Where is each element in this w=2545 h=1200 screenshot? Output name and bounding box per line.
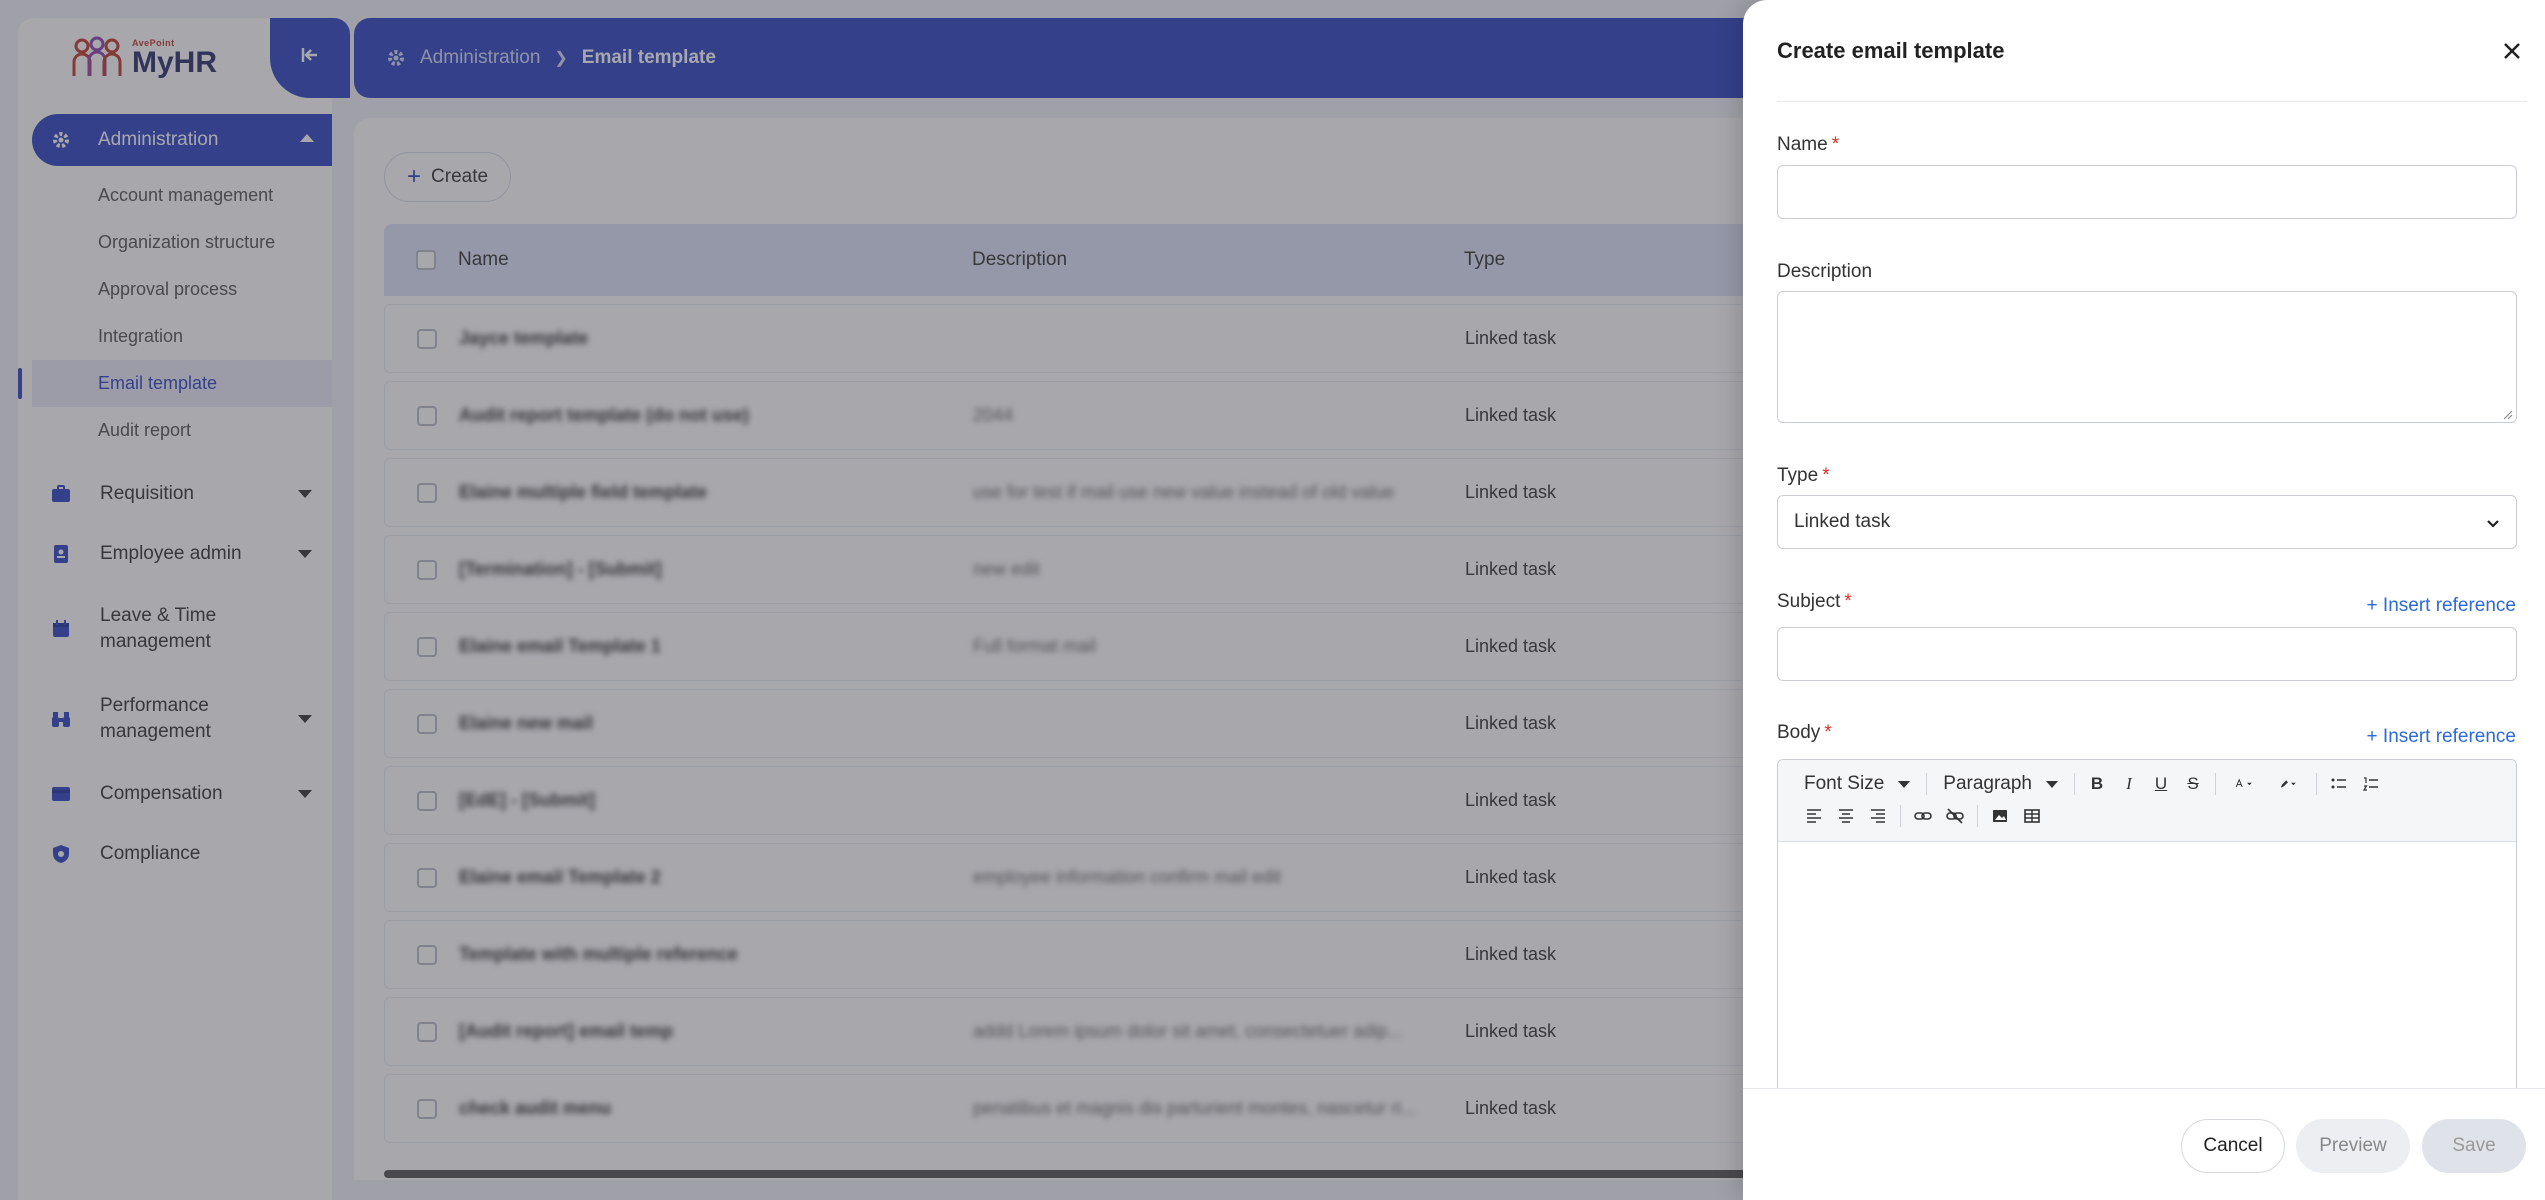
required-mark: * — [1831, 134, 1840, 155]
create-email-template-panel: Create email template Name * Description … — [1743, 0, 2545, 1200]
subject-field[interactable] — [1777, 627, 2517, 681]
align-left-icon[interactable] — [1798, 802, 1830, 830]
save-button[interactable]: Save — [2422, 1119, 2526, 1173]
font-size-dropdown[interactable]: Font Size — [1778, 773, 1920, 795]
align-right-icon[interactable] — [1862, 802, 1894, 830]
description-label-text: Description — [1777, 261, 1873, 282]
panel-title: Create email template — [1777, 37, 2005, 63]
paragraph-dropdown[interactable]: Paragraph — [1933, 773, 2068, 795]
highlight-color-icon[interactable] — [2266, 770, 2310, 798]
subject-label: Subject * — [1777, 591, 1852, 613]
insert-link-icon[interactable] — [1907, 802, 1939, 830]
type-select-value: Linked task — [1794, 511, 1891, 532]
toolbar-divider — [1926, 773, 1928, 795]
bold-icon[interactable]: B — [2081, 770, 2113, 798]
type-label-text: Type — [1777, 465, 1819, 486]
toolbar-divider — [2316, 773, 2317, 795]
required-mark: * — [1822, 465, 1830, 486]
editor-content-area[interactable] — [1778, 842, 2516, 1088]
toolbar-divider — [2215, 773, 2216, 795]
caret-down-icon — [1898, 780, 1911, 788]
close-icon[interactable] — [2497, 36, 2527, 66]
name-label: Name * — [1777, 134, 1839, 156]
text-color-icon[interactable] — [2222, 770, 2266, 798]
font-size-label: Font Size — [1804, 773, 1885, 794]
description-field[interactable] — [1777, 291, 2517, 423]
caret-down-icon — [2046, 780, 2058, 788]
type-select[interactable]: Linked task — [1777, 495, 2517, 549]
toolbar-divider — [1977, 805, 1978, 827]
bulleted-list-icon[interactable] — [2323, 770, 2355, 798]
subject-insert-reference-link[interactable]: + Insert reference — [2367, 595, 2516, 617]
name-label-text: Name — [1777, 134, 1828, 155]
underline-icon[interactable]: U — [2145, 770, 2177, 798]
required-mark: * — [1824, 722, 1832, 743]
toolbar-divider — [2074, 773, 2075, 795]
body-insert-reference-link[interactable]: + Insert reference — [2367, 726, 2516, 748]
resize-grip-icon[interactable] — [2501, 407, 2513, 420]
align-center-icon[interactable] — [1830, 802, 1862, 830]
insert-table-icon[interactable] — [2016, 802, 2048, 830]
type-label: Type * — [1777, 465, 1830, 487]
insert-image-icon[interactable] — [1984, 802, 2016, 830]
preview-button[interactable]: Preview — [2296, 1119, 2410, 1173]
numbered-list-icon[interactable] — [2355, 770, 2387, 798]
editor-toolbar: Font Size Paragraph B I U S — [1778, 760, 2516, 842]
panel-footer: Cancel Preview Save — [1743, 1088, 2545, 1200]
paragraph-label: Paragraph — [1943, 773, 2032, 794]
body-label: Body * — [1777, 722, 1832, 744]
toolbar-divider — [1900, 805, 1901, 827]
name-field[interactable] — [1777, 165, 2517, 219]
cancel-button[interactable]: Cancel — [2181, 1119, 2285, 1173]
remove-link-icon[interactable] — [1939, 802, 1971, 830]
subject-label-text: Subject — [1777, 591, 1841, 612]
chevron-down-icon — [2484, 514, 2502, 532]
panel-header: Create email template — [1777, 0, 2527, 102]
description-label: Description — [1777, 261, 1872, 283]
strikethrough-icon[interactable]: S — [2177, 770, 2209, 798]
required-mark: * — [1844, 591, 1852, 612]
italic-icon[interactable]: I — [2113, 770, 2145, 798]
body-rich-text-editor[interactable]: Font Size Paragraph B I U S — [1777, 759, 2517, 1089]
body-label-text: Body — [1777, 722, 1821, 743]
